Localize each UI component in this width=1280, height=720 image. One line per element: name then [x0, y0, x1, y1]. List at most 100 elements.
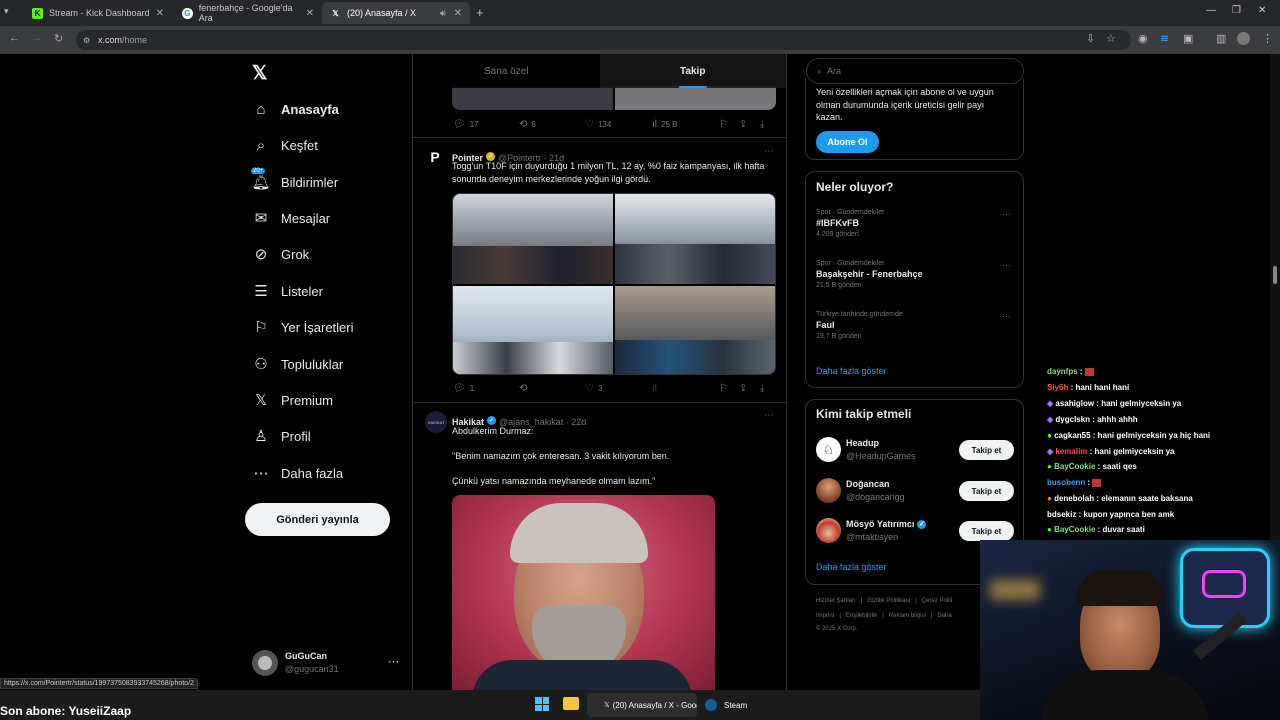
repost-button[interactable]: ⟲ 6 [519, 119, 536, 130]
extension-icon[interactable]: ≋ [1160, 32, 1169, 45]
tab-close-icon[interactable]: ✕ [454, 8, 462, 19]
browser-tab[interactable]: G fenerbahçe - Google'da Ara ✕ [174, 2, 322, 24]
post-menu-icon[interactable]: ⋯ [764, 410, 774, 421]
account-menu-icon[interactable]: ⋯ [388, 655, 399, 668]
user-avatar[interactable] [816, 478, 841, 503]
window-close-icon[interactable]: ✕ [1258, 5, 1266, 16]
post-menu-icon[interactable]: ⋯ [764, 146, 774, 157]
profile-avatar-icon[interactable] [1237, 32, 1250, 45]
browser-tab[interactable]: K Stream - Kick Dashboard ✕ [24, 2, 172, 24]
footer-link[interactable]: Gizlilik Politikası [867, 598, 910, 604]
user-avatar[interactable] [816, 518, 841, 543]
like-button[interactable]: ♡ 134 [585, 119, 611, 130]
bookmark-button[interactable]: ⚐ [719, 383, 732, 394]
post-avatar[interactable]: P [425, 147, 445, 167]
new-tab-icon[interactable]: + [476, 5, 484, 20]
sidepanel-icon[interactable]: ▥ [1216, 32, 1226, 45]
follow-button[interactable]: Takip et [959, 481, 1014, 501]
trend-menu-icon[interactable]: ⋯ [1002, 311, 1011, 322]
tab-close-icon[interactable]: ✕ [306, 8, 314, 19]
notification-badge: 20+ [250, 167, 267, 175]
bookmark-star-icon[interactable]: ☆ [1106, 32, 1116, 45]
post-image[interactable] [453, 286, 613, 374]
audio-icon[interactable]: 🔊︎ [440, 8, 446, 19]
like-button[interactable]: ♡ 3 [585, 383, 602, 394]
share-button[interactable]: ⇪ [739, 119, 751, 130]
site-info-icon[interactable]: ⚙︎ [83, 36, 90, 45]
download-button[interactable]: ⤓ [760, 119, 768, 130]
tab-list-icon[interactable]: ▾ [4, 6, 9, 17]
url-field[interactable]: ⚙︎ x.com/home [76, 30, 1131, 50]
footer-link[interactable]: Hizmet Şartları [816, 598, 856, 604]
start-icon[interactable] [535, 697, 549, 711]
nav-lists[interactable]: ☰ Listeler [252, 279, 323, 303]
tab-for-you[interactable]: Sana özel [413, 54, 600, 88]
trend-menu-icon[interactable]: ⋯ [1002, 260, 1011, 271]
extension-icon[interactable]: ◉ [1138, 32, 1148, 45]
footer-link[interactable]: Erişilebilirlik [846, 613, 877, 619]
footer-link[interactable]: Daha [937, 613, 951, 619]
subscribe-button[interactable]: Abone Ol [816, 131, 879, 153]
account-avatar[interactable] [252, 650, 278, 676]
show-more-trends-link[interactable]: Daha fazla göster [816, 366, 887, 376]
back-icon[interactable]: ← [9, 32, 20, 44]
maximize-icon[interactable]: ❐ [1232, 5, 1241, 16]
post-button[interactable]: Gönderi yayınla [245, 503, 390, 536]
trend-item[interactable]: Spor · Gündemdekiler Başakşehir - Fenerb… [816, 260, 923, 289]
nav-premium[interactable]: 𝕏 Premium [252, 388, 333, 412]
tab-close-icon[interactable]: ✕ [156, 8, 164, 19]
views-button[interactable]: ıl 25 B [652, 119, 677, 130]
reply-button[interactable]: 💬︎ 1 [453, 383, 474, 394]
nav-home[interactable]: ⌂ Anasayfa [252, 97, 338, 121]
chat-text: elemanın saate baksana [1101, 494, 1193, 503]
repost-button[interactable]: ⟲ [519, 383, 531, 394]
follow-button[interactable]: Takip et [959, 440, 1014, 460]
nav-profile[interactable]: ♙ Profil [252, 424, 310, 448]
views-button[interactable]: ıl [652, 383, 661, 394]
forward-icon[interactable]: → [31, 32, 42, 44]
nav-more[interactable]: ⋯ Daha fazla [252, 461, 344, 485]
reload-icon[interactable]: ↻ [54, 32, 63, 45]
user-avatar[interactable]: ♘ [816, 437, 841, 462]
nav-bookmarks[interactable]: ⚐ Yer İşaretleri [252, 315, 353, 339]
browser-tab-active[interactable]: 𝕏 (20) Anasayfa / X 🔊︎ ✕ [322, 2, 470, 24]
nav-grok[interactable]: ⊘ Grok [252, 242, 309, 266]
user-name-row[interactable]: Mösyö Yatırımcı ✓ [846, 519, 929, 530]
reply-button[interactable]: 💬︎ 17 [453, 119, 479, 130]
footer-link[interactable]: Çerez Politi [922, 598, 953, 604]
post-image[interactable] [453, 194, 613, 284]
download-button[interactable]: ⤓ [760, 383, 768, 394]
file-explorer-icon[interactable] [563, 697, 579, 710]
puzzle-icon[interactable]: ▣ [1183, 32, 1193, 45]
tab-following[interactable]: Takip [599, 54, 786, 88]
post-image[interactable] [615, 194, 775, 284]
x-logo-icon[interactable]: 𝕏 [252, 62, 267, 85]
bookmark-button[interactable]: ⚐ [719, 119, 732, 130]
taskbar-app-chrome[interactable]: 𝕏 (20) Anasayfa / X - Goog [587, 693, 697, 717]
nav-explore[interactable]: ⌕ Keşfet [252, 133, 318, 157]
post-time[interactable]: 22d [571, 417, 586, 427]
menu-icon[interactable]: ⋮ [1262, 32, 1273, 45]
show-more-follow-link[interactable]: Daha fazla göster [816, 562, 887, 572]
scrollbar-thumb[interactable] [1273, 266, 1277, 284]
nav-messages[interactable]: ✉ Mesajlar [252, 206, 330, 230]
user-name[interactable]: Headup [846, 438, 879, 448]
trend-item[interactable]: Türkiye tarihinde gündemde Faul 19,7 B g… [816, 311, 903, 340]
share-button[interactable]: ⇪ [739, 383, 751, 394]
post-image[interactable] [615, 86, 776, 110]
taskbar-app-steam[interactable]: Steam [701, 693, 761, 717]
footer-link[interactable]: Imprint [816, 613, 834, 619]
post-avatar[interactable]: HAKİKAT [425, 411, 447, 433]
nav-communities[interactable]: ⚇ Topluluklar [252, 352, 343, 376]
post-image[interactable] [452, 495, 715, 690]
user-name[interactable]: Doğancan [846, 479, 890, 489]
trend-menu-icon[interactable]: ⋯ [1002, 209, 1011, 220]
post-image[interactable] [452, 86, 613, 110]
install-icon[interactable]: ⇩ [1086, 32, 1095, 45]
follow-button[interactable]: Takip et [959, 521, 1014, 541]
nav-notifications[interactable]: 🔔︎ 20+ Bildirimler [250, 167, 338, 194]
minimize-icon[interactable]: — [1206, 5, 1216, 16]
trend-item[interactable]: Spor · Gündemdekiler #IBFKvFB 4.209 gönd… [816, 209, 884, 238]
post-image[interactable] [615, 286, 775, 374]
footer-link[interactable]: Reklam bilgisi [889, 613, 926, 619]
